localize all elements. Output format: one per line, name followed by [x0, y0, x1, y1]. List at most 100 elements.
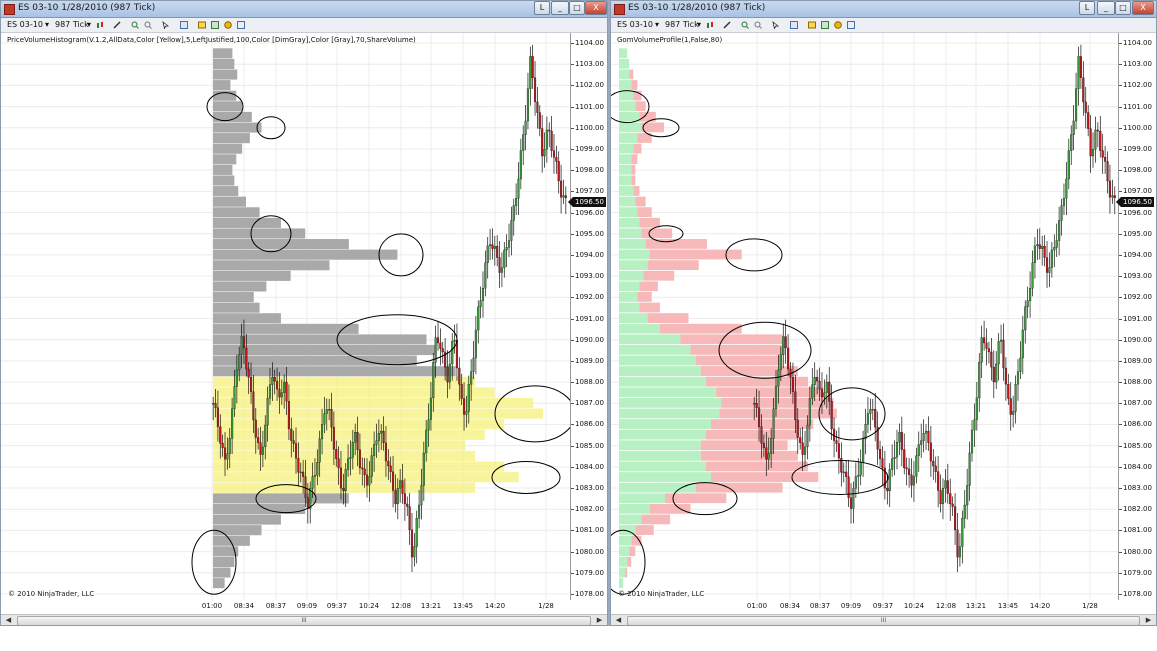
price-axis-label: 1102.00: [1123, 81, 1152, 90]
candle-body: [356, 432, 359, 450]
right-price-chart[interactable]: [611, 33, 1118, 601]
left-close-button[interactable]: X: [585, 1, 607, 15]
candle-body: [223, 447, 227, 460]
left-indicator-icon[interactable]: [198, 21, 206, 29]
left-zoom-out-icon[interactable]: [144, 21, 152, 29]
candle-body: [361, 467, 364, 470]
price-axis-label: 1079.00: [575, 568, 604, 577]
price-axis-label: 1086.00: [1123, 420, 1152, 429]
volume-profile-sell-bar: [649, 249, 742, 260]
candle-body: [259, 442, 262, 455]
candle-body: [990, 351, 993, 368]
left-horizontal-scrollbar[interactable]: ◀ III ▶: [1, 614, 607, 625]
candle-body: [1065, 178, 1068, 199]
candle-body: [354, 432, 357, 443]
volume-profile-buy-bar: [619, 186, 634, 196]
right-instrument-selector[interactable]: ES 03-10: [617, 20, 653, 29]
right-properties-icon[interactable]: [790, 21, 798, 29]
left-instrument-dropdown-icon[interactable]: ▾: [45, 20, 49, 29]
volume-profile-buy-bar: [619, 101, 636, 112]
candle-body: [489, 244, 492, 247]
candle-body: [941, 487, 945, 505]
left-data-box-icon[interactable]: [237, 21, 245, 29]
price-tick: [571, 318, 574, 320]
left-price-chart[interactable]: [1, 33, 570, 601]
left-help-button[interactable]: L: [534, 1, 550, 15]
right-bar-type-icon[interactable]: [706, 21, 714, 29]
volume-profile-buy-bar: [619, 503, 650, 514]
right-chart-canvas[interactable]: [611, 33, 1118, 600]
right-pointer-icon[interactable]: [772, 21, 780, 29]
volume-profile-buy-bar: [619, 90, 634, 101]
right-indicator-icon[interactable]: [808, 21, 816, 29]
left-minimize-button[interactable]: _: [551, 1, 569, 15]
left-zoom-in-icon[interactable]: [131, 21, 139, 29]
left-app-icon: [4, 4, 15, 15]
volume-profile-sell-bar: [716, 387, 824, 398]
candle-body: [825, 381, 828, 393]
right-time-axis[interactable]: 01:00 08:34 08:37 09:09 09:37 10:24 12:08 13:21…: [611, 600, 1156, 614]
right-chart-window[interactable]: ES 03-10 1/28/2010 (987 Tick) L _ □ X ES…: [610, 0, 1157, 626]
volume-profile-bar: [213, 387, 495, 398]
left-interval-dropdown-icon[interactable]: ▾: [87, 20, 91, 29]
left-interval-selector[interactable]: 987 Tick: [55, 20, 89, 29]
candle-body: [268, 384, 272, 399]
candle-body: [954, 506, 957, 531]
left-strategy-icon[interactable]: [211, 21, 219, 29]
left-bar-type-icon[interactable]: [96, 21, 104, 29]
right-zoom-out-icon[interactable]: [754, 21, 762, 29]
volume-profile-buy-bar: [619, 450, 701, 461]
volume-profile-buy-bar: [619, 239, 646, 249]
right-alert-icon[interactable]: [834, 21, 842, 29]
right-title-bar[interactable]: ES 03-10 1/28/2010 (987 Tick) L _ □ X: [611, 1, 1156, 18]
price-tick: [1119, 382, 1122, 384]
right-help-button[interactable]: L: [1079, 1, 1095, 15]
left-instrument-selector[interactable]: ES 03-10: [7, 20, 43, 29]
candle-body: [373, 444, 376, 456]
left-pointer-icon[interactable]: [162, 21, 170, 29]
right-interval-dropdown-icon[interactable]: ▾: [697, 20, 701, 29]
right-close-button[interactable]: X: [1132, 1, 1154, 15]
left-scroll-left-icon[interactable]: ◀: [4, 616, 13, 625]
left-scroll-right-icon[interactable]: ▶: [595, 616, 604, 625]
left-maximize-button[interactable]: □: [569, 1, 585, 15]
right-minimize-button[interactable]: _: [1097, 1, 1115, 15]
left-time-axis[interactable]: 01:00 08:34 08:37 09:09 09:37 10:24 12:08 13:21…: [1, 600, 607, 614]
candle-body: [231, 408, 234, 439]
volume-profile-buy-bar: [619, 366, 701, 376]
left-scroll-thumb[interactable]: III: [17, 616, 591, 625]
volume-profile-sell-bar: [695, 355, 783, 366]
left-alert-icon[interactable]: [224, 21, 232, 29]
right-maximize-button[interactable]: □: [1115, 1, 1131, 15]
candle-body: [261, 446, 264, 455]
left-chart-canvas[interactable]: [1, 33, 570, 600]
right-strategy-icon[interactable]: [821, 21, 829, 29]
right-horizontal-scrollbar[interactable]: ◀ III ▶: [611, 614, 1156, 625]
candle-body: [903, 449, 906, 469]
right-interval-selector[interactable]: 987 Tick: [665, 20, 699, 29]
right-scroll-left-icon[interactable]: ◀: [614, 616, 623, 625]
candle-body: [1048, 267, 1051, 273]
volume-profile-bar: [213, 58, 235, 69]
left-title-bar[interactable]: ES 03-10 1/28/2010 (987 Tick) L _ □ X: [1, 1, 607, 18]
right-scroll-thumb[interactable]: III: [627, 616, 1140, 625]
right-price-axis[interactable]: 1104.00 1103.00 1102.00 1101.00 1100.00 1099.…: [1116, 33, 1156, 600]
right-data-box-icon[interactable]: [847, 21, 855, 29]
price-axis-label: 1098.00: [575, 166, 604, 175]
left-draw-tool-icon[interactable]: [113, 21, 121, 29]
time-axis-label: 12:08: [390, 602, 412, 610]
right-zoom-in-icon[interactable]: [741, 21, 749, 29]
right-instrument-dropdown-icon[interactable]: ▾: [655, 20, 659, 29]
candle-body: [1007, 384, 1010, 399]
price-tick: [571, 594, 574, 595]
candle-body: [496, 246, 499, 258]
candle-body: [377, 433, 380, 441]
volume-profile-buy-bar: [619, 196, 636, 207]
left-chart-window[interactable]: ES 03-10 1/28/2010 (987 Tick) L _ □ X ES…: [0, 0, 608, 626]
candle-body: [806, 424, 809, 448]
left-price-axis[interactable]: 1104.00 1103.00 1102.00 1101.00 1100.00 1099.…: [568, 33, 607, 600]
left-properties-icon[interactable]: [180, 21, 188, 29]
candle-body: [1029, 288, 1032, 301]
right-draw-tool-icon[interactable]: [723, 21, 731, 29]
right-scroll-right-icon[interactable]: ▶: [1144, 616, 1153, 625]
